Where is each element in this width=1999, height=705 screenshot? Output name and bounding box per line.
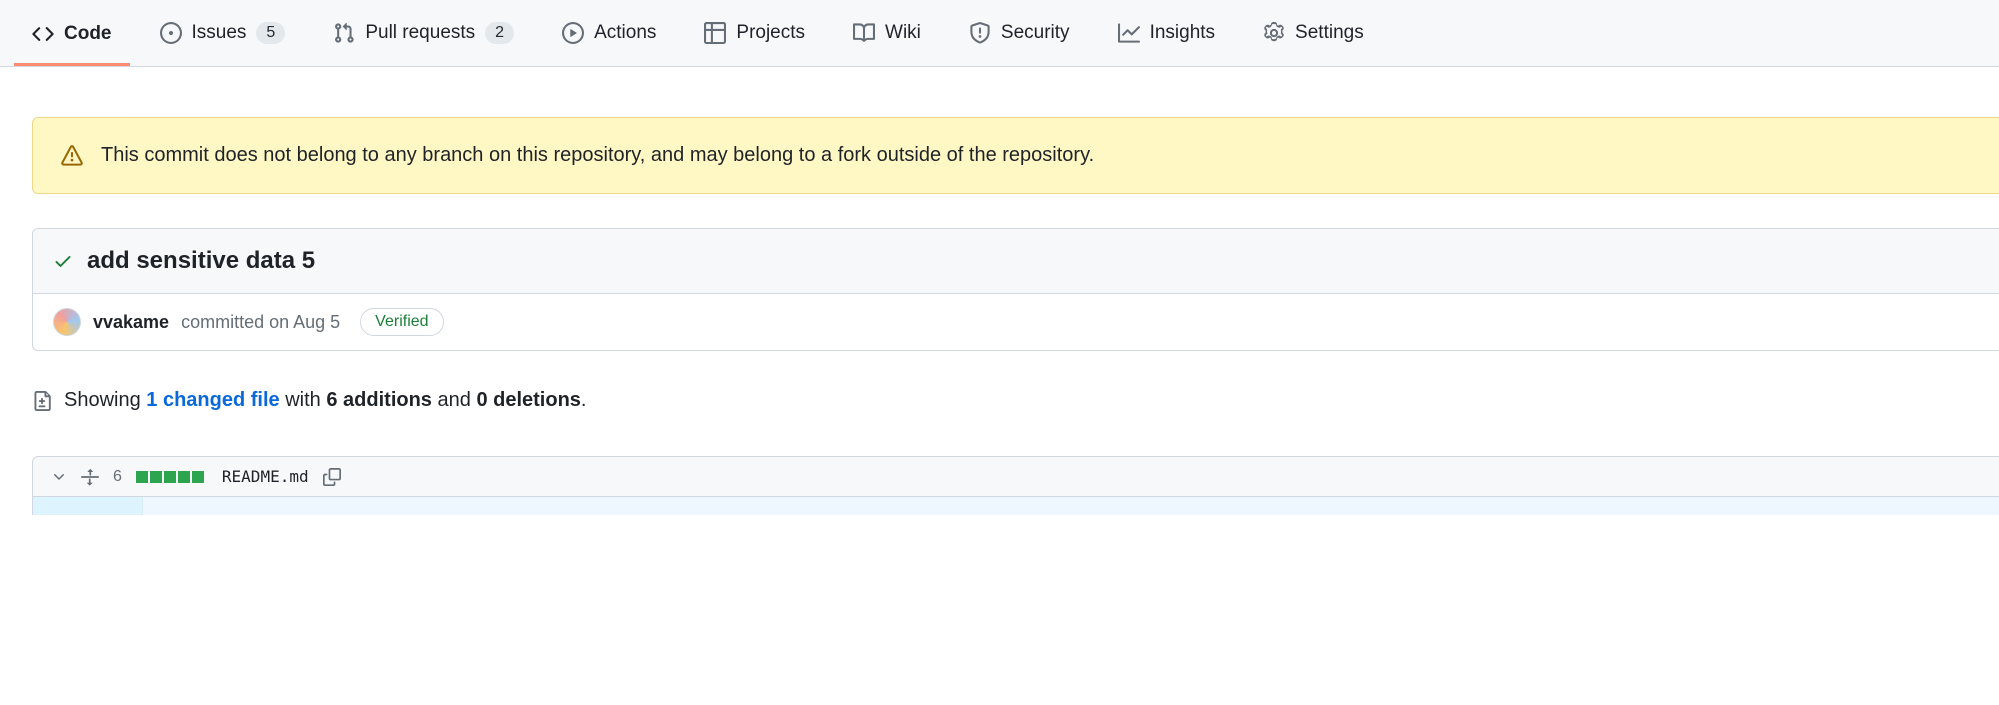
diffstat-deletions: 0 deletions xyxy=(476,389,580,411)
tab-pulls-label: Pull requests xyxy=(365,22,475,44)
file-diff-icon xyxy=(32,391,52,411)
tab-wiki[interactable]: Wiki xyxy=(831,0,943,66)
commit-title: add sensitive data 5 xyxy=(87,247,315,275)
repo-tabnav: Code Issues 5 Pull requests 2 Actions Pr… xyxy=(0,0,1999,67)
diffstat-with: with xyxy=(285,389,321,411)
tab-settings-label: Settings xyxy=(1295,22,1364,44)
file-name-link[interactable]: README.md xyxy=(222,467,309,486)
tab-issues[interactable]: Issues 5 xyxy=(138,0,308,66)
tab-code-label: Code xyxy=(64,23,112,45)
gear-icon xyxy=(1263,22,1285,44)
tab-projects-label: Projects xyxy=(736,22,805,44)
file-change-count: 6 xyxy=(113,468,122,486)
diffstat-additions: 6 additions xyxy=(326,389,432,411)
table-icon xyxy=(704,22,726,44)
issue-opened-icon xyxy=(160,22,182,44)
tab-settings[interactable]: Settings xyxy=(1241,0,1386,66)
play-icon xyxy=(562,22,584,44)
commit-title-row: add sensitive data 5 xyxy=(33,229,1999,294)
changed-files-link[interactable]: 1 changed file xyxy=(146,389,279,411)
tab-issues-label: Issues xyxy=(192,22,247,44)
pulls-count: 2 xyxy=(485,22,514,44)
tab-code[interactable]: Code xyxy=(10,1,134,65)
diffstat-and: and xyxy=(438,389,471,411)
avatar[interactable] xyxy=(53,308,81,336)
diffstat-showing: Showing xyxy=(64,389,141,411)
commit-time: committed on Aug 5 xyxy=(181,312,340,333)
diff-hunk-expand-row[interactable] xyxy=(32,497,1999,515)
tab-insights[interactable]: Insights xyxy=(1096,0,1237,66)
graph-icon xyxy=(1118,22,1140,44)
tab-projects[interactable]: Projects xyxy=(682,0,827,66)
shield-icon xyxy=(969,22,991,44)
tab-security[interactable]: Security xyxy=(947,0,1092,66)
copy-icon[interactable] xyxy=(323,468,341,486)
diffstat-blocks xyxy=(136,471,204,483)
tab-wiki-label: Wiki xyxy=(885,22,921,44)
diffstat-summary: Showing 1 changed file with 6 additions … xyxy=(32,389,1999,412)
file-diff-header: 6 README.md xyxy=(32,456,1999,497)
tab-actions[interactable]: Actions xyxy=(540,0,678,66)
diffstat-period: . xyxy=(581,389,587,411)
warning-text: This commit does not belong to any branc… xyxy=(101,144,1094,167)
code-icon xyxy=(32,23,54,45)
commit-header-box: add sensitive data 5 vvakame committed o… xyxy=(32,228,1999,351)
tab-actions-label: Actions xyxy=(594,22,656,44)
unfold-icon[interactable] xyxy=(81,468,99,486)
tab-insights-label: Insights xyxy=(1150,22,1215,44)
book-icon xyxy=(853,22,875,44)
tab-security-label: Security xyxy=(1001,22,1070,44)
verified-badge[interactable]: Verified xyxy=(360,308,443,336)
chevron-down-icon[interactable] xyxy=(51,469,67,485)
git-pull-request-icon xyxy=(333,22,355,44)
issues-count: 5 xyxy=(256,22,285,44)
check-icon[interactable] xyxy=(53,251,73,271)
commit-meta-row: vvakame committed on Aug 5 Verified xyxy=(33,294,1999,350)
commit-author-link[interactable]: vvakame xyxy=(93,312,169,333)
alert-icon xyxy=(61,145,83,167)
tab-pull-requests[interactable]: Pull requests 2 xyxy=(311,0,536,66)
detached-commit-warning: This commit does not belong to any branc… xyxy=(32,117,1999,194)
